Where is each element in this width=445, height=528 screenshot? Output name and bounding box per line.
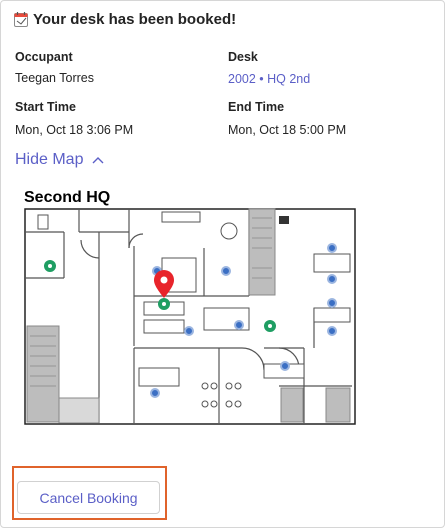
booking-confirmation-card: Your desk has been booked! Occupant Teeg… (0, 0, 445, 528)
end-time-value: Mon, Oct 18 5:00 PM (228, 123, 347, 137)
floor-plan-map[interactable] (24, 208, 357, 426)
start-time-value: Mon, Oct 18 3:06 PM (15, 123, 134, 137)
occupant-value: Teegan Torres (15, 71, 94, 85)
header: Your desk has been booked! (14, 11, 236, 28)
booking-title: Your desk has been booked! (33, 11, 237, 28)
occupant-label: Occupant (15, 50, 73, 64)
map-title: Second HQ (24, 189, 111, 206)
hide-map-label: Hide Map (15, 151, 84, 168)
cancel-booking-button[interactable]: Cancel Booking (17, 481, 160, 514)
start-time-label: Start Time (15, 100, 76, 114)
chevron-up-icon (92, 157, 104, 164)
hide-map-toggle[interactable]: Hide Map (15, 151, 104, 169)
calendar-icon (14, 12, 28, 27)
desk-label: Desk (228, 50, 258, 64)
desk-link[interactable]: 2002 • HQ 2nd (228, 72, 310, 86)
end-time-label: End Time (228, 100, 285, 114)
